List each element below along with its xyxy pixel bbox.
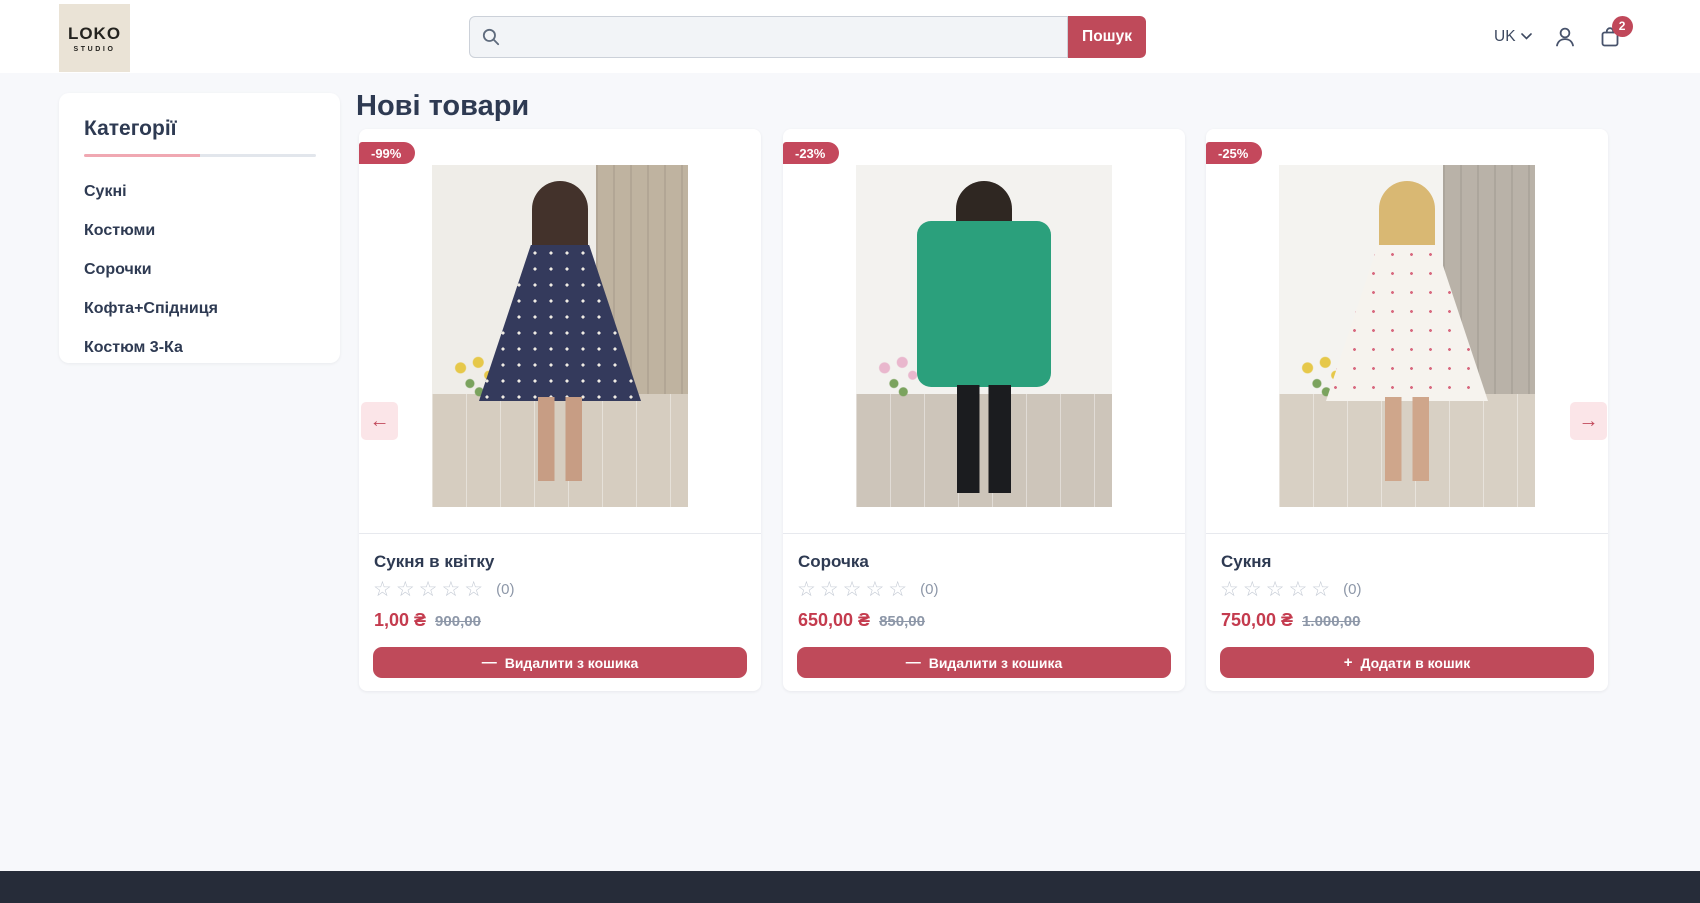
product-card: -25% Сукня ☆☆☆☆☆ (0) 750,00 ₴ 1.000,00 +… [1206, 129, 1608, 691]
price-row: 750,00 ₴ 1.000,00 [1221, 610, 1360, 631]
categories-panel: Категорії Сукні Костюми Сорочки Кофта+Сп… [59, 93, 340, 363]
photo-model-legs [538, 397, 582, 481]
rating-row: ☆☆☆☆☆ (0) [1220, 579, 1361, 600]
cart-count-badge: 2 [1612, 16, 1633, 37]
search-input[interactable] [501, 17, 1067, 57]
star-rating-icons[interactable]: ☆☆☆☆☆ [373, 579, 487, 600]
rating-count: (0) [920, 581, 938, 598]
account-button[interactable] [1553, 25, 1577, 49]
card-divider [359, 533, 761, 534]
product-image[interactable] [856, 165, 1112, 507]
categories-title: Категорії [84, 117, 315, 141]
product-name[interactable]: Сукня [1221, 552, 1271, 572]
photo-model-legs [957, 385, 1011, 493]
discount-badge: -99% [359, 142, 415, 164]
discount-badge: -25% [1206, 142, 1262, 164]
carousel-next-button[interactable]: → [1570, 402, 1607, 440]
rating-count: (0) [496, 581, 514, 598]
user-icon [1553, 25, 1577, 49]
product-image[interactable] [432, 165, 688, 507]
search-bar: Пошук [469, 16, 1146, 58]
photo-model-legs [1385, 397, 1429, 481]
search-button[interactable]: Пошук [1068, 16, 1146, 58]
logo[interactable]: LOKO STUDIO [59, 4, 130, 72]
star-rating-icons[interactable]: ☆☆☆☆☆ [1220, 579, 1334, 600]
cart-action-label: Видалити з кошика [505, 655, 639, 671]
cart-action-icon: — [482, 655, 497, 670]
page-title: Нові товари [356, 90, 529, 123]
search-field-container [469, 16, 1068, 58]
categories-list: Сукні Костюми Сорочки Кофта+Спідниця Кос… [84, 183, 315, 357]
category-link[interactable]: Сукні [84, 183, 315, 201]
photo-garment [917, 221, 1051, 387]
cart-action-label: Додати в кошик [1361, 655, 1471, 671]
header-actions: UK 2 [1494, 0, 1622, 73]
language-selector[interactable]: UK [1494, 28, 1532, 46]
category-link[interactable]: Костюм 3-Ка [84, 339, 315, 357]
price-current: 650,00 ₴ [798, 610, 870, 631]
rating-row: ☆☆☆☆☆ (0) [373, 579, 514, 600]
category-link[interactable]: Костюми [84, 222, 315, 240]
cart-action-icon: + [1344, 655, 1353, 670]
price-row: 650,00 ₴ 850,00 [798, 610, 925, 631]
category-link[interactable]: Кофта+Спідниця [84, 300, 315, 318]
arrow-right-icon: → [1579, 410, 1599, 433]
product-name[interactable]: Сукня в квітку [374, 552, 494, 572]
logo-subtext: STUDIO [73, 46, 115, 53]
logo-text: LOKO [68, 24, 121, 44]
price-old: 850,00 [879, 613, 925, 630]
product-image[interactable] [1279, 165, 1535, 507]
footer [0, 871, 1700, 903]
language-label: UK [1494, 28, 1516, 46]
cart-action-button[interactable]: + Додати в кошик [1220, 647, 1594, 678]
product-name[interactable]: Сорочка [798, 552, 869, 572]
discount-badge: -23% [783, 142, 839, 164]
card-divider [1206, 533, 1608, 534]
categories-title-underline [84, 154, 316, 157]
category-link[interactable]: Сорочки [84, 261, 315, 279]
cart-button[interactable]: 2 [1598, 25, 1622, 49]
cart-action-button[interactable]: — Видалити з кошика [797, 647, 1171, 678]
page-body: Категорії Сукні Костюми Сорочки Кофта+Сп… [0, 73, 1700, 871]
star-rating-icons[interactable]: ☆☆☆☆☆ [797, 579, 911, 600]
price-old: 900,00 [435, 613, 481, 630]
rating-row: ☆☆☆☆☆ (0) [797, 579, 938, 600]
search-icon [481, 27, 501, 47]
cart-action-icon: — [906, 655, 921, 670]
photo-flowers [870, 355, 922, 401]
price-row: 1,00 ₴ 900,00 [374, 610, 481, 631]
price-old: 1.000,00 [1302, 613, 1360, 630]
cart-action-button[interactable]: — Видалити з кошика [373, 647, 747, 678]
carousel-prev-button[interactable]: ← [361, 402, 398, 440]
rating-count: (0) [1343, 581, 1361, 598]
price-current: 750,00 ₴ [1221, 610, 1293, 631]
product-card: -23% Сорочка ☆☆☆☆☆ (0) 650,00 ₴ 850,00 —… [783, 129, 1185, 691]
cart-action-label: Видалити з кошика [929, 655, 1063, 671]
price-current: 1,00 ₴ [374, 610, 426, 631]
card-divider [783, 533, 1185, 534]
chevron-down-icon [1521, 33, 1532, 40]
header: LOKO STUDIO Пошук UK 2 [0, 0, 1700, 73]
product-card: -99% Сукня в квітку ☆☆☆☆☆ (0) 1,00 ₴ 900… [359, 129, 761, 691]
arrow-left-icon: ← [370, 410, 390, 433]
